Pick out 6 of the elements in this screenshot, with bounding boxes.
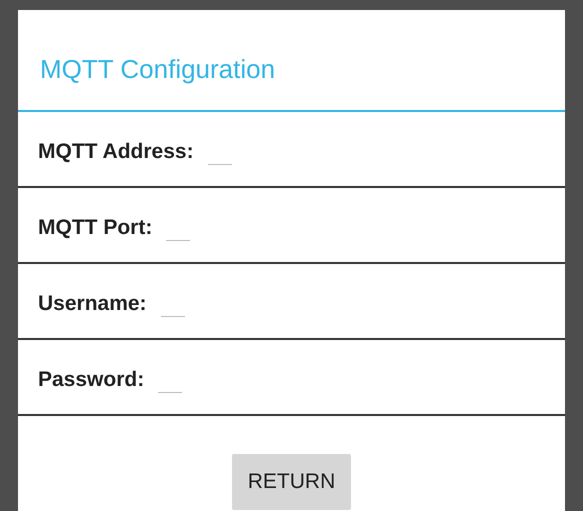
dialog-title: MQTT Configuration (18, 10, 565, 112)
field-label: Username: (38, 292, 147, 316)
return-button[interactable]: RETURN (232, 454, 352, 510)
field-label: MQTT Address: (38, 140, 194, 164)
field-label: Password: (38, 368, 144, 392)
field-label: MQTT Port: (38, 216, 152, 240)
